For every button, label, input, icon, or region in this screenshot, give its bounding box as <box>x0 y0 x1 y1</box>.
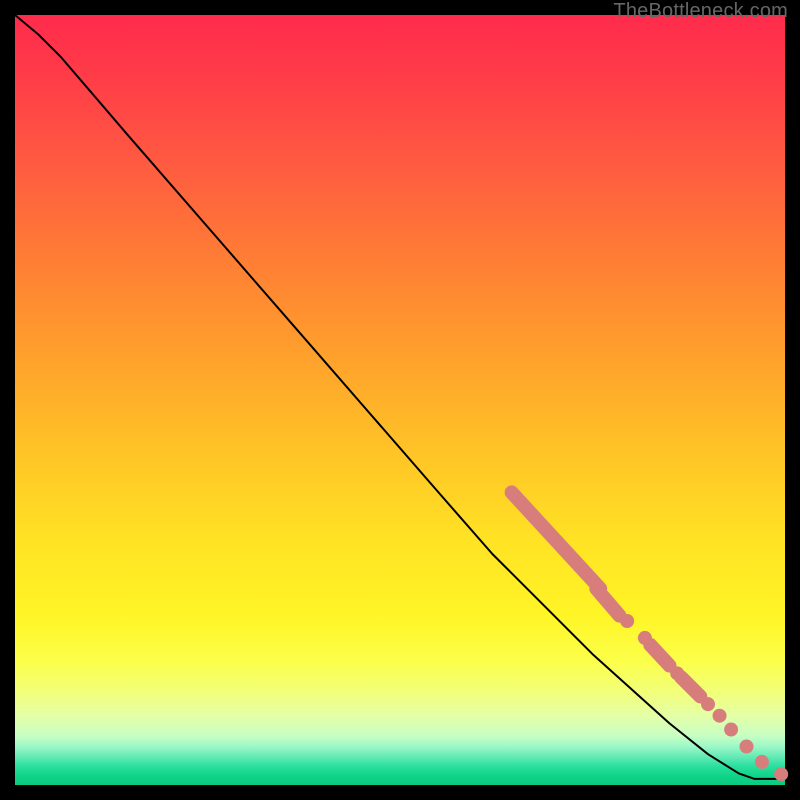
watermark-text: TheBottleneck.com <box>613 0 788 23</box>
chart-gradient-background <box>15 15 785 785</box>
chart-stage: TheBottleneck.com <box>0 0 800 800</box>
